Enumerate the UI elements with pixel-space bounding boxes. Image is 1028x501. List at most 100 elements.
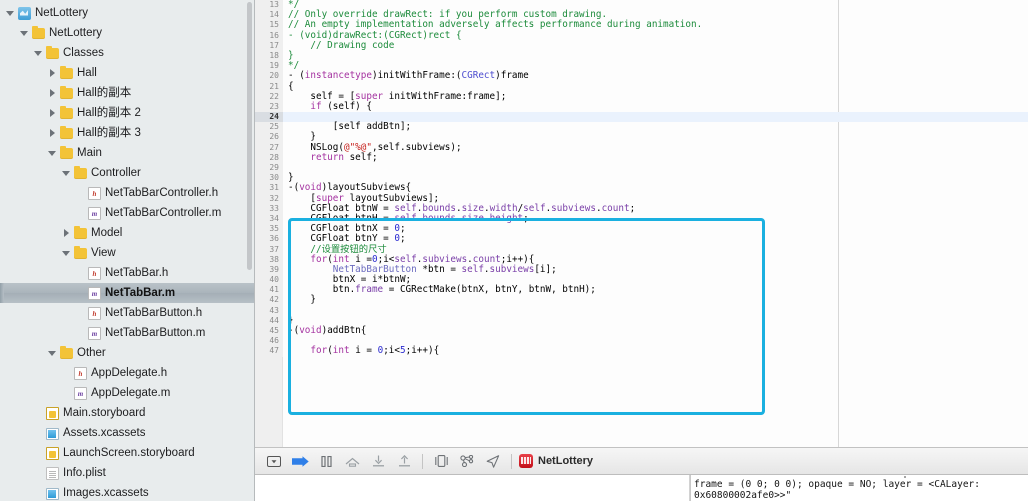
code-line-42[interactable]: 42 } bbox=[255, 294, 1028, 306]
folder-icon bbox=[32, 26, 45, 39]
disclosure-triangle-icon[interactable] bbox=[48, 88, 57, 98]
navigator-item-label: Main.storyboard bbox=[63, 407, 146, 419]
navigator-item-label: NetTabBarController.h bbox=[105, 187, 219, 199]
step-out-button[interactable] bbox=[391, 450, 417, 472]
navigator-item-view[interactable]: View bbox=[0, 243, 254, 263]
code-line-44[interactable]: 44} bbox=[255, 315, 1028, 326]
code-line-23[interactable]: 23 if (self) { bbox=[255, 101, 1028, 113]
navigator-item-nettabbarbutton-m[interactable]: m NetTabBarButton.m bbox=[0, 323, 254, 343]
navigator-item-nettabbar-m[interactable]: m NetTabBar.m bbox=[0, 283, 254, 303]
navigator-item-label: Images.xcassets bbox=[63, 487, 149, 499]
disclosure-triangle-icon[interactable] bbox=[48, 108, 57, 118]
navigator-item-hall-2[interactable]: Hall的副本 2 bbox=[0, 103, 254, 123]
code-line-17[interactable]: 17 // Drawing code bbox=[255, 39, 1028, 51]
code-line-18[interactable]: 18} bbox=[255, 50, 1028, 62]
code-token: )rect { bbox=[422, 29, 462, 41]
continue-button[interactable] bbox=[287, 450, 313, 472]
code-token: // Drawing code bbox=[288, 39, 395, 51]
line-number: 38 bbox=[255, 254, 283, 265]
navigator-item-appdelegate-m[interactable]: m AppDelegate.m bbox=[0, 383, 254, 403]
code-line-41[interactable]: 41 btn.frame = CGRectMake(btnX, btnY, bt… bbox=[255, 285, 1028, 296]
disclosure-triangle-icon[interactable] bbox=[48, 349, 57, 358]
step-over-button[interactable] bbox=[339, 450, 365, 472]
source-code-editor[interactable]: 13 */14// Only override drawRect: if you … bbox=[255, 0, 1028, 447]
code-line-text: if (self) { bbox=[288, 101, 372, 112]
navigator-item-nettabbar-h[interactable]: h NetTabBar.h bbox=[0, 263, 254, 283]
hide-debug-area-button[interactable] bbox=[261, 450, 287, 472]
code-line-20[interactable]: 20 - (instancetype)initWithFrame:(CGRect)… bbox=[255, 71, 1028, 82]
debug-bar-separator-2 bbox=[511, 453, 512, 469]
debug-bar[interactable]: NetLottery bbox=[255, 447, 1028, 475]
navigator-item-classes[interactable]: Classes bbox=[0, 43, 254, 63]
navigator-item-netlottery[interactable]: NetLottery bbox=[0, 3, 254, 23]
disclosure-triangle-icon[interactable] bbox=[6, 9, 15, 18]
navigator-item-label: Controller bbox=[91, 167, 141, 179]
navigator-item-hall-3[interactable]: Hall的副本 3 bbox=[0, 123, 254, 143]
navigator-item-main-storyboard[interactable]: Main.storyboard bbox=[0, 403, 254, 423]
disclosure-triangle-icon[interactable] bbox=[48, 149, 57, 158]
folder-icon bbox=[74, 226, 87, 239]
navigator-item-hall[interactable]: Hall的副本 bbox=[0, 83, 254, 103]
navigator-item-images-xcassets[interactable]: Images.xcassets bbox=[0, 483, 254, 501]
navigator-item-controller[interactable]: Controller bbox=[0, 163, 254, 183]
code-line-45[interactable]: 45 -(void)addBtn{ bbox=[255, 325, 1028, 337]
line-number: 44 bbox=[255, 315, 283, 326]
code-line-47[interactable]: 47 for(int i = 0;i<5;i++){ bbox=[255, 345, 1028, 357]
project-navigator[interactable]: NetLottery NetLottery Classes Hall Hall的副本 Ha… bbox=[0, 0, 255, 501]
project-navigator-list[interactable]: NetLottery NetLottery Classes Hall Hall的副本 Ha… bbox=[0, 0, 254, 501]
code-line-25[interactable]: 25 [self addBtn]; bbox=[255, 122, 1028, 133]
disclosure-triangle-icon[interactable] bbox=[48, 68, 57, 78]
code-lines[interactable]: 13 */14// Only override drawRect: if you … bbox=[255, 0, 1028, 357]
navigator-item-info-plist[interactable]: Info.plist bbox=[0, 463, 254, 483]
code-token: } bbox=[288, 294, 316, 306]
code-line-28[interactable]: 28 return self; bbox=[255, 151, 1028, 163]
code-token: *btn = bbox=[416, 263, 462, 275]
navigator-item-nettabbarcontroller-h[interactable]: h NetTabBarController.h bbox=[0, 183, 254, 203]
code-token: return bbox=[310, 151, 344, 163]
navigator-item-appdelegate-h[interactable]: h AppDelegate.h bbox=[0, 363, 254, 383]
console-divider bbox=[690, 475, 691, 501]
disclosure-triangle-icon[interactable] bbox=[62, 228, 71, 238]
simulate-location-button[interactable] bbox=[480, 450, 506, 472]
debug-process-chip[interactable]: NetLottery bbox=[519, 454, 593, 468]
folder-icon bbox=[74, 246, 87, 259]
navigator-item-hall[interactable]: Hall bbox=[0, 63, 254, 83]
code-token: ; bbox=[523, 212, 529, 224]
debug-view-hierarchy-button[interactable] bbox=[428, 450, 454, 472]
navigator-item-label: Main bbox=[77, 147, 102, 159]
disclosure-triangle-icon[interactable] bbox=[48, 128, 57, 138]
line-number: 17 bbox=[255, 40, 283, 51]
step-into-button[interactable] bbox=[365, 450, 391, 472]
navigator-item-other[interactable]: Other bbox=[0, 343, 254, 363]
code-token: height bbox=[489, 212, 524, 224]
app-icon bbox=[519, 454, 533, 468]
navigator-item-label: Assets.xcassets bbox=[63, 427, 146, 439]
console-output[interactable]: frame = (0 0; 0 0); opaque = NO; layer =… bbox=[690, 475, 1028, 501]
disclosure-triangle-icon[interactable] bbox=[62, 249, 71, 258]
navigator-item-netlottery[interactable]: NetLottery bbox=[0, 23, 254, 43]
disclosure-triangle-icon[interactable] bbox=[62, 169, 71, 178]
navigator-item-label: Hall的副本 2 bbox=[77, 107, 141, 119]
code-token: int bbox=[332, 345, 350, 357]
navigator-item-assets-xcassets[interactable]: Assets.xcassets bbox=[0, 423, 254, 443]
code-line-29[interactable]: 29 bbox=[255, 163, 1028, 174]
navigator-item-nettabbarbutton-h[interactable]: h NetTabBarButton.h bbox=[0, 303, 254, 323]
line-number: 42 bbox=[255, 295, 283, 306]
navigator-item-nettabbarcontroller-m[interactable]: m NetTabBarController.m bbox=[0, 203, 254, 223]
disclosure-triangle-icon[interactable] bbox=[34, 49, 43, 58]
disclosure-triangle-icon[interactable] bbox=[20, 29, 29, 38]
navigator-item-main[interactable]: Main bbox=[0, 143, 254, 163]
console-line: 0x60800002afe0>>" bbox=[694, 490, 792, 501]
debug-memory-graph-button[interactable] bbox=[454, 450, 480, 472]
code-token: self bbox=[461, 263, 484, 275]
code-token: -( bbox=[288, 325, 300, 336]
pause-button[interactable] bbox=[313, 450, 339, 472]
navigator-scrollbar[interactable] bbox=[247, 2, 252, 270]
navigator-item-model[interactable]: Model bbox=[0, 223, 254, 243]
navigator-item-launchscreen-storyboard[interactable]: LaunchScreen.storyboard bbox=[0, 443, 254, 463]
line-number: 25 bbox=[255, 122, 283, 133]
variables-view[interactable] bbox=[255, 475, 690, 501]
header-file-icon: h bbox=[74, 366, 87, 380]
code-line-43[interactable]: 43 bbox=[255, 305, 1028, 316]
